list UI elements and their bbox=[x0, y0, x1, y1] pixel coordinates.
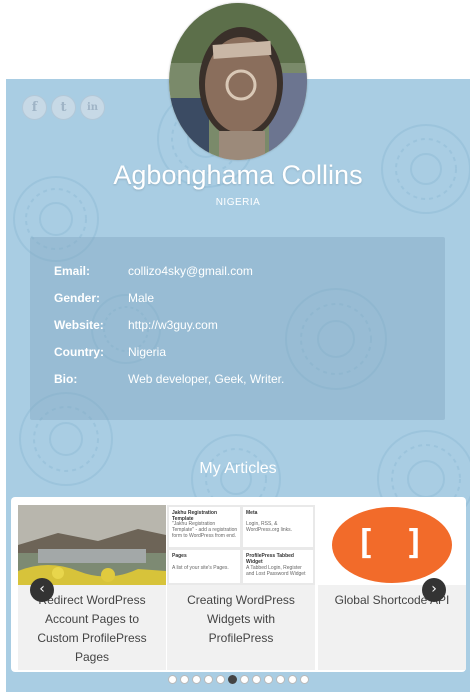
carousel-dot[interactable] bbox=[167, 675, 177, 684]
detail-value: Nigeria bbox=[128, 345, 167, 359]
avatar-image bbox=[169, 3, 307, 160]
articles-carousel: Redirect WordPress Account Pages to Cust… bbox=[11, 497, 466, 672]
avatar bbox=[169, 3, 307, 160]
carousel-dot[interactable] bbox=[179, 675, 189, 684]
carousel-dot[interactable] bbox=[203, 675, 213, 684]
profile-name: Agbonghama Collins bbox=[113, 160, 363, 190]
carousel-dot[interactable] bbox=[227, 675, 237, 684]
detail-label: Country: bbox=[54, 345, 104, 359]
carousel-dot[interactable] bbox=[287, 675, 297, 684]
article-title[interactable]: Creating WordPress Widgets with ProfileP… bbox=[167, 591, 315, 648]
profile-country: NIGERIA bbox=[215, 197, 261, 208]
carousel-prev-button[interactable]: ‹ bbox=[30, 578, 54, 602]
profile-details-panel: Email: collizo4sky@gmail.com Gender: Mal… bbox=[30, 237, 445, 420]
detail-value: Male bbox=[128, 291, 155, 305]
code-brackets-icon: [ ] bbox=[355, 523, 429, 563]
carousel-dot[interactable] bbox=[299, 675, 309, 684]
detail-value[interactable]: http://w3guy.com bbox=[128, 318, 218, 332]
detail-label: Gender: bbox=[54, 291, 101, 305]
detail-label: Bio: bbox=[54, 372, 78, 386]
facebook-icon[interactable]: f bbox=[22, 95, 47, 120]
carousel-dot[interactable] bbox=[275, 675, 285, 684]
detail-label: Email: bbox=[54, 264, 91, 278]
detail-value: Web developer, Geek, Writer. bbox=[128, 372, 285, 386]
detail-value[interactable]: collizo4sky@gmail.com bbox=[128, 264, 253, 278]
carousel-dot[interactable] bbox=[215, 675, 225, 684]
detail-label: Website: bbox=[54, 318, 104, 332]
carousel-pagination bbox=[0, 675, 476, 684]
carousel-dot[interactable] bbox=[239, 675, 249, 684]
linkedin-icon[interactable]: in bbox=[80, 95, 105, 120]
twitter-icon[interactable]: t bbox=[51, 95, 76, 120]
carousel-dot[interactable] bbox=[263, 675, 273, 684]
carousel-next-button[interactable]: › bbox=[422, 578, 446, 602]
articles-heading: My Articles bbox=[199, 460, 277, 477]
article-slide[interactable]: Jakhu Registration Template "Jakhu Regis… bbox=[167, 505, 315, 670]
article-thumbnail: Jakhu Registration Template "Jakhu Regis… bbox=[167, 505, 315, 585]
carousel-dot[interactable] bbox=[191, 675, 201, 684]
carousel-dot[interactable] bbox=[251, 675, 261, 684]
article-title[interactable]: Redirect WordPress Account Pages to Cust… bbox=[18, 591, 166, 667]
article-thumbnail bbox=[18, 505, 166, 585]
article-thumbnail: [ ] bbox=[318, 505, 466, 585]
